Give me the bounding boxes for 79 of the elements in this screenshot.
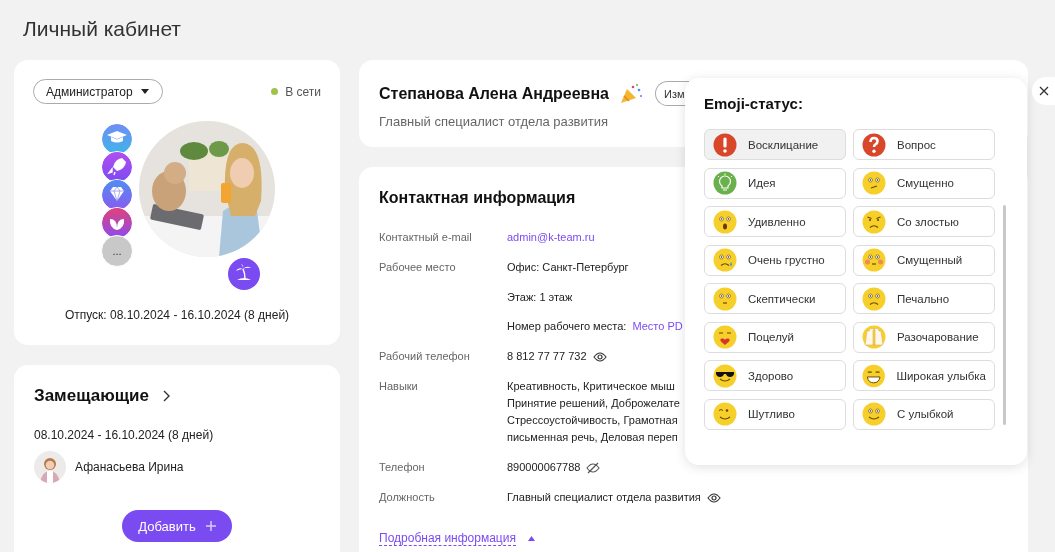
field-label: Телефон <box>379 460 426 475</box>
scrollbar[interactable] <box>1003 205 1006 425</box>
rocket-icon[interactable] <box>101 151 133 183</box>
emoji-option[interactable]: Здорово <box>704 360 846 391</box>
emoji-option[interactable]: Печально <box>853 283 995 314</box>
lightbulb-icon <box>713 171 737 195</box>
details-link[interactable]: Подробная информация <box>379 531 516 546</box>
field-value: Номер рабочего места: <box>507 319 627 334</box>
add-button[interactable]: Добавить <box>122 510 232 542</box>
grinning-face-icon <box>862 363 886 388</box>
eye-icon[interactable] <box>592 351 607 362</box>
diamond-icon[interactable] <box>101 179 133 211</box>
edit-button[interactable]: Изм <box>655 81 689 106</box>
exclamation-icon <box>713 132 737 157</box>
period-text: 08.10.2024 - 16.10.2024 (8 дней) <box>34 428 215 442</box>
chevron-right-icon[interactable] <box>162 390 170 402</box>
skills-text: Креативность, Критическое мыш Принятие решений, Доброжелате Стрессоустойчивость, Грамотная письменная речь, Деловая переп <box>507 379 680 445</box>
palm-tree-icon[interactable] <box>228 258 260 290</box>
vacation-text: Отпуск: 08.10.2024 - 16.10.2024 (8 дней) <box>63 308 291 322</box>
neutral-face-icon <box>713 286 737 311</box>
smiling-face-icon <box>862 402 886 426</box>
person-name: Афанасьева Ирина <box>75 460 184 474</box>
field-label: Контактный e-mail <box>379 230 473 245</box>
eye-icon[interactable] <box>706 492 721 503</box>
emoji-option[interactable]: Смущенный <box>853 244 995 276</box>
caret-icon <box>140 89 149 94</box>
confused-face-icon <box>862 171 886 195</box>
section-title: Контактная информация <box>379 189 577 207</box>
section-title: Замещающие <box>34 386 149 406</box>
party-popper-icon[interactable] <box>619 82 643 105</box>
surprised-face-icon <box>713 209 737 234</box>
leaf-icon[interactable] <box>101 207 133 239</box>
more-badges[interactable]: ... <box>101 235 133 267</box>
close-button[interactable] <box>1032 77 1055 105</box>
emoji-option[interactable]: Шутливо <box>704 398 846 430</box>
emoji-option[interactable]: Смущенно <box>853 167 995 199</box>
kissing-face-icon <box>713 325 737 349</box>
field-label: Навыки <box>379 379 419 394</box>
graduation-cap-icon[interactable] <box>101 123 133 155</box>
field-value: 890000067788 <box>507 460 581 475</box>
emoji-option[interactable]: Широкая улыбка <box>853 360 995 391</box>
emoji-option[interactable]: Вопрос <box>853 129 995 160</box>
crying-face-icon <box>713 248 737 272</box>
online-dot <box>271 88 279 95</box>
eye-slash-icon[interactable] <box>586 461 601 474</box>
plus-icon <box>205 521 216 531</box>
emoji-option[interactable]: Поцелуй <box>704 321 846 353</box>
emoji-option[interactable]: Удивленно <box>704 206 846 237</box>
field-label: Рабочее место <box>379 260 457 275</box>
emoji-option[interactable]: Скептически <box>704 283 846 314</box>
field-value: Этаж: 1 этаж <box>507 289 573 305</box>
caret-up-icon[interactable] <box>527 536 535 541</box>
close-icon <box>1039 86 1049 96</box>
status-text: В сети <box>285 84 321 99</box>
field-value: 8 812 77 77 732 <box>507 349 587 364</box>
emoji-option[interactable]: Со злостью <box>853 206 995 237</box>
emoji-option[interactable]: Идея <box>704 167 846 199</box>
page-title: Личный кабинет <box>23 16 182 42</box>
emoji-option[interactable]: С улыбкой <box>853 398 995 430</box>
field-label: Рабочий телефон <box>379 349 471 364</box>
link[interactable]: Место PD <box>632 318 683 335</box>
sunglasses-face-icon <box>713 363 737 388</box>
role-dropdown[interactable]: Администратор <box>33 79 163 104</box>
hands-face-icon <box>862 325 886 349</box>
field-label: Должность <box>379 490 436 505</box>
emoji-option[interactable]: Разочарование <box>853 321 995 353</box>
field-value: Главный специалист отдела развития <box>507 490 701 505</box>
field-value: Офис: Санкт-Петербург <box>507 260 629 275</box>
winking-face-icon <box>713 402 737 426</box>
emoji-option[interactable]: Очень грустно <box>704 244 846 276</box>
popover-title: Emoji-статус: <box>704 95 804 112</box>
employee-name: Степанова Алена Андреевна <box>379 84 609 103</box>
emoji-option[interactable]: Восклицание <box>704 129 846 160</box>
link[interactable]: admin@k-team.ru <box>507 229 595 246</box>
position-text: Главный специалист отдела развития <box>379 114 610 129</box>
angry-face-icon <box>862 209 886 234</box>
sad-face-icon <box>862 286 886 311</box>
question-icon <box>862 132 886 157</box>
blushing-face-icon <box>862 248 886 272</box>
